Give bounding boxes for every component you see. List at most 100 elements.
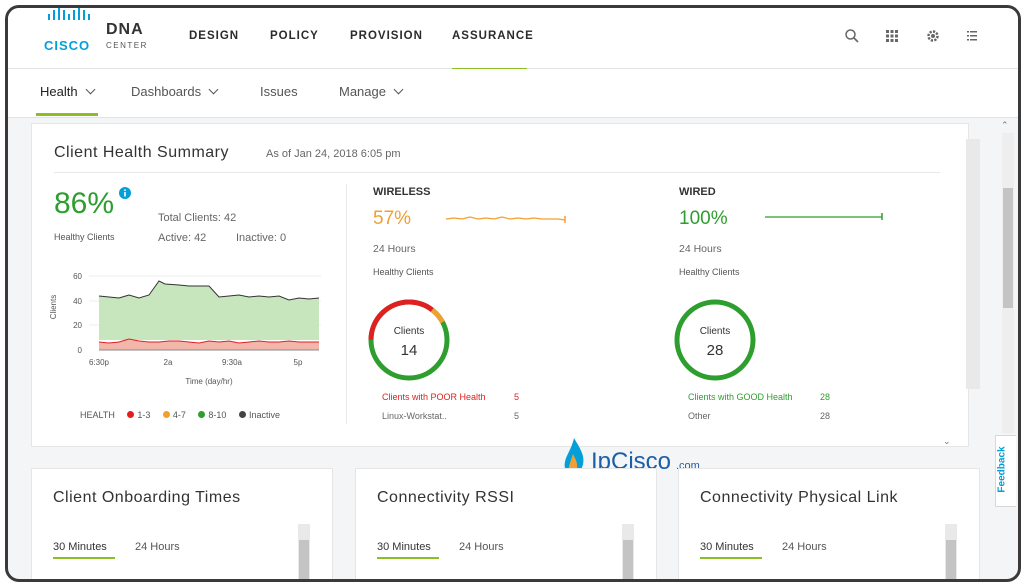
inactive-clients: Inactive: 0 bbox=[236, 232, 287, 244]
poor-dot-icon bbox=[127, 411, 135, 418]
y-tick: 20 bbox=[73, 321, 82, 330]
nav-policy[interactable]: POLICY bbox=[270, 8, 319, 68]
connectivity-rssi-card: Connectivity RSSI 30 Minutes 24 Hours bbox=[355, 468, 657, 579]
donut-label: Clients bbox=[700, 326, 731, 337]
inactive-dot-icon bbox=[238, 411, 246, 418]
wireless-period: 24 Hours bbox=[373, 243, 416, 255]
scrollbar-thumb[interactable] bbox=[1003, 188, 1013, 308]
chart-legend: HEALTH 1-3 4-7 8-10 Inactive bbox=[80, 410, 280, 420]
nav-assurance[interactable]: ASSURANCE bbox=[452, 8, 533, 72]
tab-30-minutes[interactable]: 30 Minutes bbox=[700, 541, 754, 553]
wired-period: 24 Hours bbox=[679, 243, 722, 255]
good-health-label[interactable]: Clients with GOOD Health bbox=[688, 392, 793, 402]
other-count: 28 bbox=[820, 411, 831, 421]
center-wordmark: CENTER bbox=[106, 41, 148, 50]
legend-inactive: Inactive bbox=[248, 410, 280, 420]
feedback-tab[interactable]: Feedback bbox=[995, 435, 1016, 507]
legend-fair: 4-7 bbox=[172, 410, 186, 420]
app-window: CISCO DNA CENTER DESIGN POLICY PROVISION… bbox=[5, 5, 1021, 582]
overall-health-percent: 86% bbox=[54, 187, 115, 220]
sub-nav: Health Dashboards Issues Manage bbox=[8, 69, 1018, 118]
wired-donut[interactable]: Clients 28 bbox=[672, 297, 758, 383]
legend-title: HEALTH bbox=[80, 410, 115, 420]
card-scrollbar[interactable] bbox=[298, 524, 310, 579]
client-health-summary-card: Client Health Summary As of Jan 24, 2018… bbox=[31, 123, 980, 447]
y-tick: 40 bbox=[73, 297, 82, 306]
connectivity-physical-link-card: Connectivity Physical Link 30 Minutes 24… bbox=[678, 468, 980, 579]
wired-healthy-label: Healthy Clients bbox=[679, 267, 740, 277]
chevron-down-icon bbox=[85, 84, 96, 95]
apps-grid-icon[interactable] bbox=[884, 28, 900, 44]
scrollbar-thumb[interactable] bbox=[299, 540, 309, 579]
chevron-down-icon bbox=[208, 84, 219, 95]
summary-scrollbar[interactable] bbox=[966, 139, 980, 389]
top-bar: CISCO DNA CENTER DESIGN POLICY PROVISION… bbox=[8, 8, 1018, 72]
wireless-sparkline bbox=[445, 216, 566, 223]
client-health-area-chart: Clients 60 40 20 0 6:30p 2a 9:30a 5p Tim… bbox=[49, 272, 321, 386]
tab-30-minutes[interactable]: 30 Minutes bbox=[53, 541, 107, 553]
x-tick: 2a bbox=[164, 358, 173, 367]
card-title: Client Onboarding Times bbox=[53, 489, 241, 506]
active-tab-indicator bbox=[53, 557, 115, 559]
scrollbar-thumb[interactable] bbox=[623, 540, 633, 579]
list-icon[interactable] bbox=[964, 28, 980, 44]
cisco-wordmark: CISCO bbox=[44, 38, 91, 53]
active-tab-indicator bbox=[700, 557, 762, 559]
wired-health-percent: 100% bbox=[679, 208, 728, 229]
tab-24-hours[interactable]: 24 Hours bbox=[782, 541, 827, 553]
feedback-label: Feedback bbox=[996, 446, 1008, 493]
as-of-timestamp: As of Jan 24, 2018 6:05 pm bbox=[266, 148, 401, 160]
legend-good: 8-10 bbox=[208, 410, 227, 420]
wireless-heading: WIRELESS bbox=[373, 186, 431, 198]
card-title: Client Health Summary bbox=[54, 144, 229, 161]
cisco-dna-logo[interactable]: CISCO DNA CENTER bbox=[44, 8, 164, 58]
tab-24-hours[interactable]: 24 Hours bbox=[135, 541, 180, 553]
client-onboarding-card: Client Onboarding Times 30 Minutes 24 Ho… bbox=[31, 468, 333, 579]
page-scrollbar[interactable] bbox=[1002, 133, 1014, 433]
dna-wordmark: DNA bbox=[106, 21, 144, 38]
other-label: Other bbox=[688, 411, 711, 421]
scroll-down-icon[interactable]: ⌄ bbox=[943, 436, 951, 447]
tab-24-hours[interactable]: 24 Hours bbox=[459, 541, 504, 553]
divider bbox=[54, 172, 940, 173]
x-tick: 5p bbox=[294, 358, 303, 367]
subnav-issues[interactable]: Issues bbox=[260, 84, 298, 99]
device-type-count: 5 bbox=[514, 411, 520, 421]
wireless-health-percent: 57% bbox=[373, 208, 412, 229]
scroll-up-icon[interactable]: ⌃ bbox=[1001, 120, 1009, 131]
poor-health-label[interactable]: Clients with POOR Health bbox=[382, 392, 486, 402]
chart-xlabel: Time (day/hr) bbox=[185, 377, 233, 386]
card-scrollbar[interactable] bbox=[622, 524, 634, 579]
fair-dot-icon bbox=[162, 411, 170, 418]
x-tick: 6:30p bbox=[89, 358, 110, 367]
card-scrollbar[interactable] bbox=[945, 524, 957, 579]
active-tab-indicator bbox=[377, 557, 439, 559]
search-icon[interactable] bbox=[844, 28, 860, 44]
active-clients: Active: 42 bbox=[158, 232, 207, 244]
active-tab-indicator bbox=[36, 113, 98, 116]
y-tick: 0 bbox=[78, 346, 83, 355]
wireless-donut[interactable]: Clients 14 bbox=[366, 297, 452, 383]
subnav-manage[interactable]: Manage bbox=[339, 84, 404, 99]
card-title: Connectivity Physical Link bbox=[700, 489, 898, 506]
total-clients: Total Clients: 42 bbox=[158, 212, 237, 224]
wireless-healthy-label: Healthy Clients bbox=[373, 267, 434, 277]
subnav-health[interactable]: Health bbox=[40, 84, 96, 99]
divider bbox=[346, 184, 347, 424]
info-icon[interactable] bbox=[119, 187, 131, 199]
scrollbar-thumb[interactable] bbox=[946, 540, 956, 579]
wired-heading: WIRED bbox=[679, 186, 716, 198]
chevron-down-icon bbox=[393, 84, 404, 95]
wired-sparkline bbox=[765, 213, 883, 220]
card-title: Connectivity RSSI bbox=[377, 489, 515, 506]
gear-icon[interactable] bbox=[925, 28, 941, 44]
donut-label: Clients bbox=[394, 326, 425, 337]
legend-poor: 1-3 bbox=[137, 410, 151, 420]
healthy-clients-label: Healthy Clients bbox=[54, 232, 115, 242]
nav-design[interactable]: DESIGN bbox=[189, 8, 239, 68]
nav-provision[interactable]: PROVISION bbox=[350, 8, 423, 68]
x-tick: 9:30a bbox=[222, 358, 243, 367]
subnav-dashboards[interactable]: Dashboards bbox=[131, 84, 219, 99]
healthy-area bbox=[99, 281, 319, 340]
tab-30-minutes[interactable]: 30 Minutes bbox=[377, 541, 431, 553]
